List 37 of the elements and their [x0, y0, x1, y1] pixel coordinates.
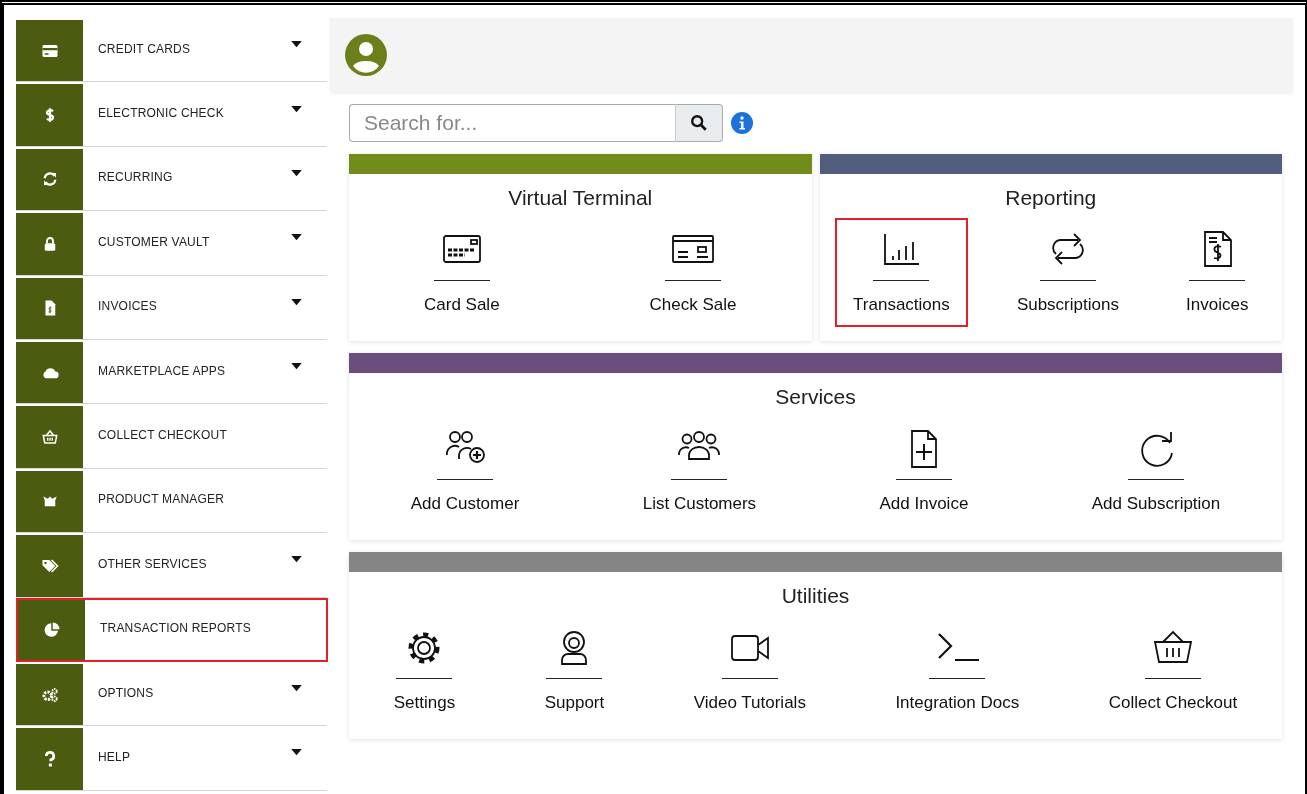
- info-icon[interactable]: [731, 112, 753, 134]
- sidebar-item[interactable]: RECURRING: [16, 146, 328, 212]
- sidebar-item[interactable]: OTHER SERVICES: [16, 533, 328, 598]
- shortcut-tile[interactable]: Add Invoice: [861, 417, 987, 526]
- shortcut-tile[interactable]: Add Subscription: [1073, 417, 1239, 526]
- sidebar-item[interactable]: CUSTOMER VAULT: [16, 211, 328, 276]
- sidebar-item[interactable]: OPTIONS: [16, 661, 328, 727]
- shortcut-tile[interactable]: Integration Docs: [877, 616, 1038, 725]
- search-field[interactable]: Search for...: [349, 104, 675, 142]
- sidebar-item[interactable]: INVOICES: [16, 275, 328, 340]
- section-title: Virtual Terminal: [508, 186, 653, 210]
- shortcut-tile[interactable]: Invoices: [1168, 218, 1267, 327]
- shortcut-tile[interactable]: Check Sale: [631, 218, 755, 327]
- section-title: Reporting: [1005, 186, 1097, 210]
- section-title: Utilities: [781, 584, 850, 608]
- shortcut-tile[interactable]: Subscriptions: [998, 218, 1137, 327]
- basket-icon: [40, 428, 59, 447]
- search-button[interactable]: [675, 104, 723, 142]
- pie-chart-icon: [42, 620, 61, 639]
- shortcut-tile[interactable]: List Customers: [624, 417, 775, 526]
- shortcut-tile[interactable]: Settings: [375, 616, 474, 725]
- sidebar-item[interactable]: HELP: [16, 726, 328, 791]
- shortcut-tile[interactable]: Collect Checkout: [1090, 616, 1256, 725]
- sidebar-item[interactable]: COLLECT CHECKOUT: [16, 404, 328, 469]
- sidebar-item[interactable]: PRODUCT MANAGER: [16, 468, 328, 534]
- shortcut-tile[interactable]: Card Sale: [406, 218, 518, 327]
- sidebar-item[interactable]: ELECTRONIC CHECK: [16, 82, 328, 147]
- sidebar-item[interactable]: TRANSACTION REPORTS: [16, 597, 328, 662]
- search-icon: [690, 114, 708, 132]
- shortcut-tile[interactable]: Transactions: [835, 218, 968, 327]
- section-title: Services: [775, 385, 856, 409]
- shortcut-tile[interactable]: Add Customer: [392, 417, 538, 526]
- shortcut-tile[interactable]: Support: [526, 616, 623, 725]
- shortcut-tile[interactable]: Video Tutorials: [675, 616, 824, 725]
- user-avatar-icon: [344, 33, 388, 77]
- sidebar-item[interactable]: MARKETPLACE APPS: [16, 339, 328, 405]
- sidebar-item[interactable]: CREDIT CARDS: [16, 18, 328, 83]
